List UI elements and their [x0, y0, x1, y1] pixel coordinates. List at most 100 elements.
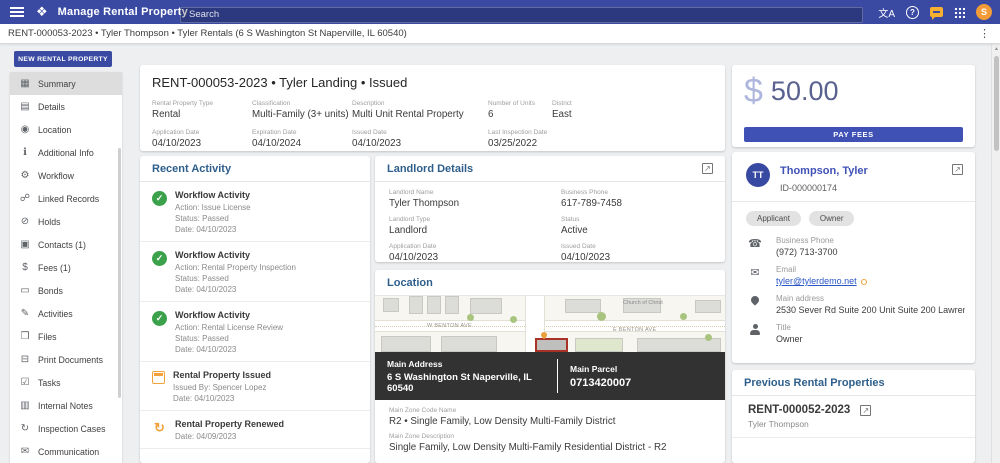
- previous-rental-item[interactable]: RENT-000052-2023 ↗ Tyler Thompson: [732, 396, 975, 438]
- field-value: 6: [488, 109, 552, 120]
- page-scrollbar-thumb[interactable]: [994, 56, 999, 151]
- landlord-details-card: Landlord Details ↗ Landlord NameTyler Th…: [375, 156, 725, 262]
- contact-header: TT Thompson, Tyler ID-000000174 ↗: [732, 152, 975, 202]
- sidebar-item-holds[interactable]: ⊘ Holds: [10, 210, 122, 233]
- scroll-up-icon[interactable]: ▲: [994, 46, 999, 52]
- sidebar-item-tasks[interactable]: ☑ Tasks: [10, 371, 122, 394]
- location-title: Location: [387, 277, 433, 289]
- activity-item[interactable]: ↻ Rental Property Renewed Date: 04/09/20…: [140, 411, 370, 449]
- sidebar-item-summary[interactable]: ▦ Summary: [10, 72, 122, 95]
- fees-card: $ 50.00 PAY FEES: [732, 65, 975, 147]
- activity-item[interactable]: ✓ Workflow Activity Action: Issue Licens…: [140, 182, 370, 242]
- sidebar-item-bonds[interactable]: ▭ Bonds: [10, 279, 122, 302]
- activity-item[interactable]: Rental Property Issued Issued By: Spence…: [140, 362, 370, 411]
- email-link[interactable]: tyler@tylerdemo.net: [776, 276, 857, 286]
- map-overlay: Main Address 6 S Washington St Napervill…: [375, 352, 725, 400]
- landlord-details-title: Landlord Details: [387, 163, 473, 175]
- help-icon[interactable]: ?: [906, 6, 919, 19]
- translate-icon[interactable]: 文A: [878, 5, 895, 20]
- sidebar-item-workflow[interactable]: ⚙ Workflow: [10, 164, 122, 187]
- contact-row-title: Title Owner: [732, 315, 975, 344]
- parcel-highlight[interactable]: [535, 338, 568, 352]
- field-label: Classification: [252, 100, 352, 107]
- field-value: East: [552, 109, 652, 120]
- activity-title: Workflow Activity: [175, 190, 251, 200]
- menu-icon[interactable]: [10, 7, 24, 17]
- chip-applicant[interactable]: Applicant: [746, 211, 801, 226]
- sidebar-scrollbar[interactable]: [118, 148, 121, 398]
- sidebar-item-fees-1[interactable]: $ Fees (1): [10, 256, 122, 279]
- activity-title: Workflow Activity: [175, 310, 283, 320]
- activities-icon: ✎: [18, 308, 32, 319]
- user-avatar[interactable]: S: [976, 4, 992, 20]
- activity-title: Rental Property Issued: [173, 370, 271, 380]
- sidebar-item-linked-records[interactable]: ☍ Linked Records: [10, 187, 122, 210]
- fees-icon: $: [18, 262, 32, 273]
- activity-details: Action: Rental License Review Status: Pa…: [175, 322, 283, 355]
- field-value: 04/10/2024: [252, 138, 352, 149]
- bonds-icon: ▭: [18, 285, 32, 296]
- field-value: Tyler Thompson: [389, 198, 561, 209]
- internal-notes-icon: ▥: [18, 400, 32, 411]
- sidebar-item-files[interactable]: ❒ Files: [10, 325, 122, 348]
- field-value: 04/10/2023: [152, 138, 252, 149]
- row-label: Email: [776, 265, 965, 274]
- phone-icon: ☎: [748, 237, 762, 250]
- chat-notification-icon[interactable]: [930, 7, 943, 17]
- activity-item[interactable]: ✓ Workflow Activity Action: Rental Licen…: [140, 302, 370, 362]
- field-value: 04/10/2023: [561, 252, 711, 262]
- field-label: Issued Date: [352, 129, 488, 136]
- currency-symbol: $: [744, 71, 763, 111]
- communication-icon: ✉: [18, 446, 32, 457]
- location-map[interactable]: W BENTON AVE E BENTON AVE Church of Chri…: [375, 296, 725, 352]
- check-circle-icon: ✓: [152, 251, 167, 266]
- zone-fields: Main Zone Code Name R2 • Single Family, …: [375, 400, 725, 463]
- fee-amount: 50.00: [771, 71, 839, 111]
- field-value: 03/25/2022: [488, 138, 588, 149]
- previous-rental-number[interactable]: RENT-000052-2023: [748, 404, 850, 416]
- sidebar-item-communication[interactable]: ✉ Communication: [10, 440, 122, 463]
- activity-title: Workflow Activity: [175, 250, 296, 260]
- files-icon: ❒: [18, 331, 32, 342]
- activity-details: Issued By: Spencer Lopez Date: 04/10/202…: [173, 382, 271, 404]
- street-label-west: W BENTON AVE: [427, 323, 472, 329]
- new-rental-property-button[interactable]: NEW RENTAL PROPERTY: [14, 51, 112, 67]
- contacts-icon: ▣: [18, 239, 32, 250]
- sidebar-item-inspection-cases[interactable]: ↻ Inspection Cases: [10, 417, 122, 440]
- sidebar-item-location[interactable]: ◉ Location: [10, 118, 122, 141]
- record-title: RENT-000053-2023 • Tyler Landing • Issue…: [152, 75, 713, 90]
- open-previous-rental-icon[interactable]: ↗: [860, 405, 871, 416]
- app-logo-icon[interactable]: ❖: [36, 4, 48, 20]
- sidebar-item-activities[interactable]: ✎ Activities: [10, 302, 122, 325]
- open-contact-icon[interactable]: ↗: [952, 164, 963, 175]
- map-poi-label: Church of Christ: [623, 300, 663, 306]
- breadcrumb: RENT-000053-2023 • Tyler Thompson • Tyle…: [8, 28, 407, 39]
- recent-activity-header: Recent Activity: [140, 156, 370, 182]
- sidebar-item-contacts-1[interactable]: ▣ Contacts (1): [10, 233, 122, 256]
- more-options-icon[interactable]: ⋮: [979, 27, 990, 40]
- chip-owner[interactable]: Owner: [809, 211, 855, 226]
- check-circle-icon: ✓: [152, 191, 167, 206]
- sidebar-item-print-documents[interactable]: ⊟ Print Documents: [10, 348, 122, 371]
- row-label: Main address: [776, 294, 965, 303]
- previous-rental-name: Tyler Thompson: [748, 419, 959, 429]
- holds-icon: ⊘: [18, 216, 32, 227]
- main-address-value: 6 S Washington St Naperville, IL 60540: [387, 372, 545, 394]
- sidebar-item-internal-notes[interactable]: ▥ Internal Notes: [10, 394, 122, 417]
- apps-grid-icon[interactable]: [954, 7, 965, 18]
- contact-name[interactable]: Thompson, Tyler: [780, 165, 868, 177]
- activity-item[interactable]: ✓ Workflow Activity Action: Rental Prope…: [140, 242, 370, 302]
- search-input[interactable]: [180, 7, 863, 23]
- additional-info-icon: ℹ: [18, 147, 32, 158]
- contact-id: ID-000000174: [780, 183, 837, 193]
- pay-fees-button[interactable]: PAY FEES: [744, 127, 963, 142]
- page-scrollbar[interactable]: ▲: [991, 44, 1000, 463]
- open-landlord-icon[interactable]: ↗: [702, 163, 713, 174]
- sidebar-item-additional-info[interactable]: ℹ Additional Info: [10, 141, 122, 164]
- previous-rentals-title: Previous Rental Properties: [744, 377, 885, 389]
- inspection-cases-icon: ↻: [18, 423, 32, 434]
- details-icon: ▤: [18, 101, 32, 112]
- field-value: 617-789-7458: [561, 198, 711, 209]
- sidebar-item-details[interactable]: ▤ Details: [10, 95, 122, 118]
- search-bar: [180, 4, 863, 20]
